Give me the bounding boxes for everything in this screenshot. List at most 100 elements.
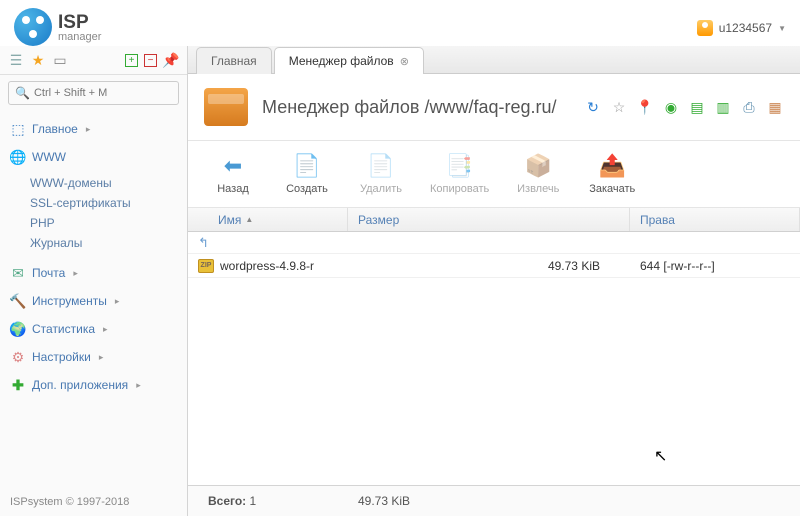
- nav-sub-logs[interactable]: Журналы: [30, 233, 187, 253]
- col-name[interactable]: Имя ▲: [188, 208, 348, 231]
- toolbar-extract[interactable]: 📦 Извлечь: [513, 153, 563, 195]
- zip-icon: ZIP: [198, 259, 214, 273]
- user-avatar-icon: [697, 20, 713, 36]
- parent-dir-row[interactable]: ↰: [188, 232, 800, 254]
- toolbar-delete[interactable]: 📄 Удалить: [356, 153, 406, 195]
- pin-icon[interactable]: 📌: [163, 52, 179, 68]
- nav-sub-domains[interactable]: WWW-домены: [30, 173, 187, 193]
- clipboard-icon[interactable]: ▭: [52, 52, 68, 68]
- create-file-icon: 📄: [294, 153, 320, 179]
- chevron-right-icon: ▸: [99, 352, 104, 363]
- print-icon[interactable]: ⎙: [740, 98, 758, 116]
- toolbar-back[interactable]: ⬅ Назад: [208, 153, 258, 195]
- chevron-right-icon: ▸: [86, 124, 91, 135]
- toolbar-create[interactable]: 📄 Создать: [282, 153, 332, 195]
- sidebar: ☰ ★ ▭ + − 📌 🔍 ⬚ Главное ▸ 🌐 WWW WWW-доме…: [0, 46, 188, 516]
- status-total: Всего: 1: [208, 494, 358, 508]
- up-folder-icon: ↰: [198, 235, 209, 251]
- status-total-label: Всего:: [208, 494, 246, 508]
- doc2-icon[interactable]: ▥: [714, 98, 732, 116]
- nav-www[interactable]: 🌐 WWW: [0, 143, 187, 171]
- delete-file-icon: 📄: [368, 153, 394, 179]
- chart-icon: 🌍: [10, 321, 26, 337]
- toolbar-copy[interactable]: 📑 Копировать: [430, 153, 489, 195]
- copy-file-icon: 📑: [447, 153, 473, 179]
- extract-icon: 📦: [525, 153, 551, 179]
- header-actions: ↻ ☆ 📍 ◉ ▤ ▥ ⎙ ▦: [584, 98, 784, 116]
- logo-sub: manager: [58, 31, 101, 43]
- nav-settings[interactable]: ⚙ Настройки ▸: [0, 343, 187, 371]
- nav-www-label: WWW: [32, 150, 66, 164]
- toolbar-extract-label: Извлечь: [517, 183, 559, 195]
- search-input[interactable]: [34, 87, 172, 99]
- toolbar-upload[interactable]: 📤 Закачать: [587, 153, 637, 195]
- nav-main-label: Главное: [32, 122, 78, 136]
- file-size: 49.73 KiB: [358, 259, 630, 273]
- minus-icon[interactable]: −: [144, 54, 157, 67]
- grid-icon[interactable]: ▦: [766, 98, 784, 116]
- chevron-right-icon: ▸: [73, 268, 78, 279]
- menu-list-icon[interactable]: ☰: [8, 52, 24, 68]
- globe-icon: 🌐: [10, 149, 26, 165]
- file-row[interactable]: ZIP wordpress-4.9.8-r 49.73 KiB 644 [-rw…: [188, 254, 800, 278]
- chevron-right-icon: ▸: [136, 380, 141, 391]
- status-total-count: 1: [250, 494, 257, 508]
- nav-stats-label: Статистика: [32, 322, 95, 336]
- doc-icon[interactable]: ▤: [688, 98, 706, 116]
- status-size: 49.73 KiB: [358, 494, 410, 508]
- status-bar: Всего: 1 49.73 KiB: [188, 485, 800, 516]
- chevron-right-icon: ▸: [115, 296, 120, 307]
- chevron-right-icon: ▸: [103, 324, 108, 335]
- nav-sub-php[interactable]: PHP: [30, 213, 187, 233]
- file-name: wordpress-4.9.8-r: [220, 259, 358, 273]
- star-icon[interactable]: ☆: [610, 98, 628, 116]
- file-perms: 644 [-rw-r--r--]: [630, 259, 800, 273]
- file-table: Имя ▲ Размер Права ↰ ZIP wordpress-4.9.8…: [188, 208, 800, 485]
- nav-settings-label: Настройки: [32, 350, 91, 364]
- col-size[interactable]: Размер: [348, 208, 630, 231]
- plus-icon[interactable]: +: [125, 54, 138, 67]
- nav-tools[interactable]: 🔨 Инструменты ▸: [0, 287, 187, 315]
- chevron-down-icon: ▼: [778, 24, 786, 33]
- user-menu[interactable]: u1234567 ▼: [697, 8, 786, 46]
- close-icon[interactable]: ⊗: [400, 55, 409, 68]
- nav-main[interactable]: ⬚ Главное ▸: [0, 115, 187, 143]
- home-icon: ⬚: [10, 121, 26, 137]
- action-green-icon[interactable]: ◉: [662, 98, 680, 116]
- col-perms-label: Права: [640, 213, 675, 227]
- plus-addon-icon: ✚: [10, 377, 26, 393]
- toolbar-delete-label: Удалить: [360, 183, 402, 195]
- col-perms[interactable]: Права: [630, 208, 800, 231]
- page-header: Менеджер файлов /www/faq-reg.ru/ ↻ ☆ 📍 ◉…: [188, 74, 800, 141]
- table-body: ↰ ZIP wordpress-4.9.8-r 49.73 KiB 644 [-…: [188, 232, 800, 278]
- col-size-label: Размер: [358, 213, 399, 227]
- gear-icon: ⚙: [10, 349, 26, 365]
- logo-brand: ISP: [58, 12, 89, 33]
- nav-addons[interactable]: ✚ Доп. приложения ▸: [0, 371, 187, 399]
- nav-mail[interactable]: ✉ Почта ▸: [0, 259, 187, 287]
- sidebar-toolbar: ☰ ★ ▭ + − 📌: [0, 46, 187, 75]
- logo-text: ISP manager: [58, 12, 101, 43]
- footer-copyright: ISPsystem © 1997-2018: [0, 488, 187, 516]
- upload-icon: 📤: [599, 153, 625, 179]
- table-header: Имя ▲ Размер Права: [188, 208, 800, 232]
- tab-filemgr-label: Менеджер файлов: [289, 54, 394, 68]
- toolbar-upload-label: Закачать: [589, 183, 635, 195]
- page-title: Менеджер файлов /www/faq-reg.ru/: [262, 97, 584, 118]
- tab-filemgr[interactable]: Менеджер файлов ⊗: [274, 47, 424, 74]
- col-name-label: Имя: [218, 213, 241, 227]
- pin-icon[interactable]: 📍: [636, 98, 654, 116]
- nav-mail-label: Почта: [32, 266, 65, 280]
- search-box[interactable]: 🔍: [8, 81, 179, 105]
- app-logo: ISP manager: [14, 8, 101, 46]
- star-icon[interactable]: ★: [30, 52, 46, 68]
- back-icon: ⬅: [220, 153, 246, 179]
- nav-tools-label: Инструменты: [32, 294, 107, 308]
- user-name: u1234567: [719, 21, 772, 35]
- refresh-icon[interactable]: ↻: [584, 98, 602, 116]
- tab-home[interactable]: Главная: [196, 47, 272, 74]
- nav-sub-ssl[interactable]: SSL-сертификаты: [30, 193, 187, 213]
- nav-stats[interactable]: 🌍 Статистика ▸: [0, 315, 187, 343]
- nav-addons-label: Доп. приложения: [32, 378, 128, 392]
- sort-asc-icon: ▲: [245, 215, 253, 224]
